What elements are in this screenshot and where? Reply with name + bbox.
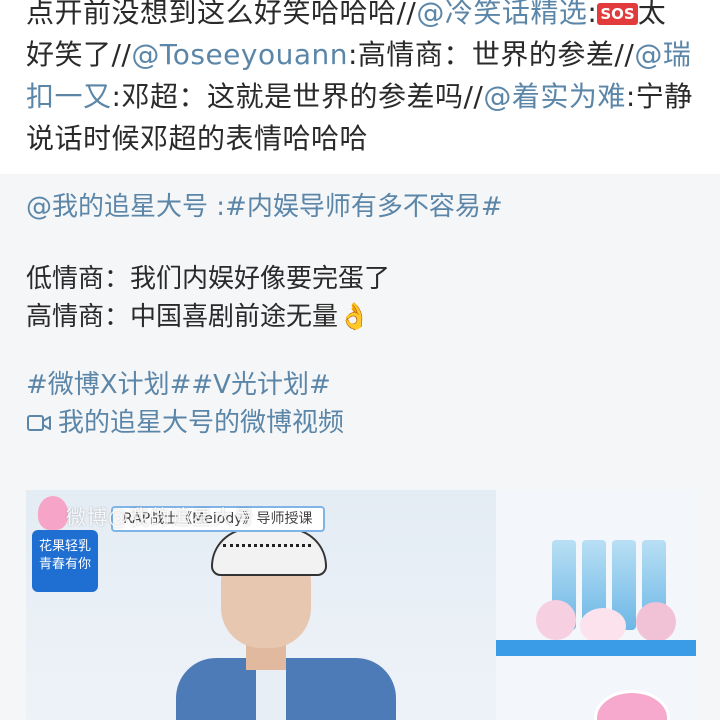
post-line-high-eq: 高情商：中国喜剧前途无量👌: [26, 302, 371, 332]
video-thumbnail[interactable]: 花果轻乳 青春有你 RAP战士《Melody》导师授课 微博@我的追星大号: [26, 490, 696, 720]
repost-seg: :: [587, 0, 598, 29]
mention-link[interactable]: @冷笑话精选: [416, 0, 587, 29]
flower-decoration: [536, 600, 576, 640]
person-jacket: [176, 658, 396, 720]
logo-line: 青春有你: [38, 557, 91, 572]
hashtag-links[interactable]: #微博X计划##V光计划#: [26, 366, 694, 404]
video-camera-icon: [27, 415, 51, 431]
video-link-label: 我的追星大号的微博视频: [58, 408, 345, 438]
author-separator: :: [208, 192, 226, 222]
repost-seg: 点开前没想到这么好笑哈哈哈//: [26, 0, 417, 29]
video-source-link[interactable]: 我的追星大号的微博视频: [26, 404, 694, 442]
weibo-watermark: 微博@我的追星大号: [66, 505, 255, 529]
flower-decoration: [580, 608, 626, 644]
original-post-card[interactable]: @我的追星大号 :#内娱导师有多不容易# 低情商：我们内娱好像要完蛋了 高情商：…: [0, 174, 720, 720]
show-logo: 花果轻乳 青春有你: [32, 530, 98, 592]
repost-seg: :高情商：世界的参差//: [348, 38, 635, 71]
original-post-header: @我的追星大号 :#内娱导师有多不容易#: [26, 188, 694, 226]
topic-link[interactable]: #内娱导师有多不容易#: [225, 192, 503, 222]
mention-link[interactable]: @Toseeyouann: [131, 38, 348, 71]
sos-icon: SOS: [597, 3, 638, 25]
channel-avatar-icon: [38, 496, 68, 530]
post-line-low-eq: 低情商：我们内娱好像要完蛋了: [26, 264, 391, 294]
repost-text: 点开前没想到这么好笑哈哈哈//@冷笑话精选: SOS 太好笑了//@Toseeyou…: [0, 0, 720, 174]
repost-seg: :邓超：这就是世界的参差吗//: [111, 80, 484, 113]
author-link[interactable]: @我的追星大号: [26, 192, 208, 222]
mention-link[interactable]: @着实为难: [483, 80, 626, 113]
blue-shelf: [496, 640, 696, 656]
logo-line: 花果轻乳: [38, 539, 91, 554]
flower-decoration: [636, 602, 676, 642]
